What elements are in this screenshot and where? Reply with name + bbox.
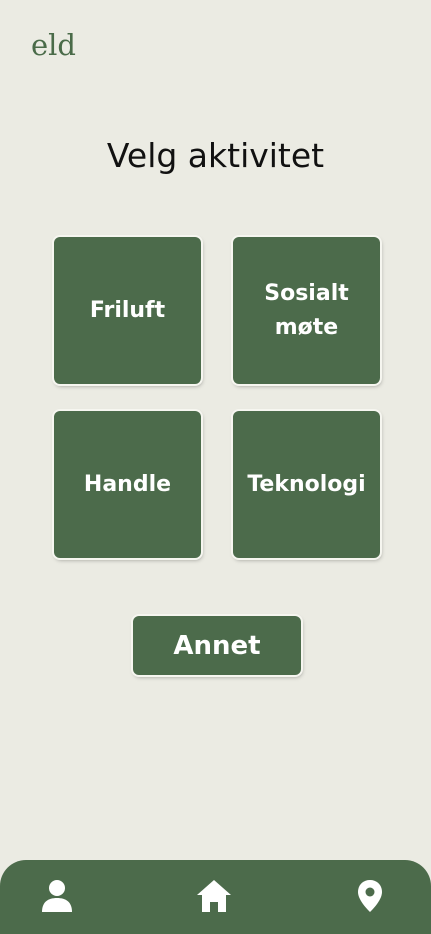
bottom-navigation	[0, 860, 431, 934]
activity-tile-handle[interactable]: Handle	[54, 411, 201, 558]
nav-profile-button[interactable]	[35, 874, 79, 918]
nav-location-button[interactable]	[348, 874, 392, 918]
activity-tile-sosialt-mote[interactable]: Sosialt møte	[233, 237, 380, 384]
activity-tile-label: Friluft	[89, 297, 166, 323]
activity-tile-friluft[interactable]: Friluft	[54, 237, 201, 384]
activity-tile-label: Teknologi	[247, 471, 366, 497]
activity-tile-label: Handle	[83, 471, 172, 497]
home-icon	[197, 880, 231, 912]
location-pin-icon	[358, 880, 382, 912]
nav-home-button[interactable]	[192, 874, 236, 918]
other-activity-label: Annet	[173, 630, 261, 661]
activity-tile-label: Sosialt møte	[264, 280, 349, 340]
person-icon	[42, 880, 72, 912]
activity-tile-teknologi[interactable]: Teknologi	[233, 411, 380, 558]
page-title: Velg aktivitet	[106, 136, 325, 175]
app-logo: eld	[31, 28, 77, 62]
other-activity-button[interactable]: Annet	[133, 616, 301, 675]
